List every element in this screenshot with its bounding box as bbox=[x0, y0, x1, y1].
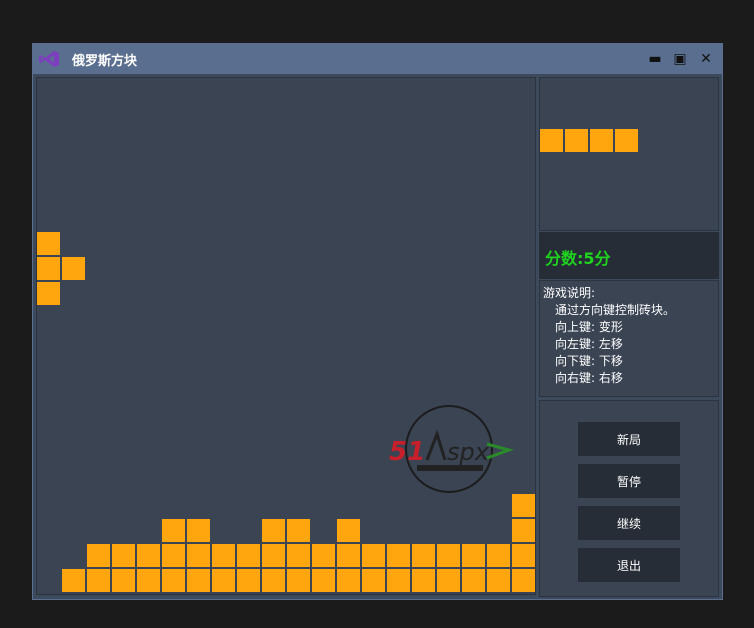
new-game-button[interactable]: 新局 bbox=[578, 422, 680, 456]
block-cell bbox=[87, 544, 110, 567]
instructions-panel: 游戏说明: 通过方向键控制砖块。 向上键: 变形 向左键: 左移 向下键: 下移… bbox=[539, 280, 719, 397]
block-cell bbox=[37, 282, 60, 305]
block-cell bbox=[512, 569, 535, 592]
block-cell bbox=[262, 519, 285, 542]
block-cell bbox=[162, 569, 185, 592]
block-cell bbox=[187, 544, 210, 567]
block-cell bbox=[362, 544, 385, 567]
block-cell bbox=[187, 519, 210, 542]
block-cell bbox=[112, 569, 135, 592]
block-cell bbox=[137, 569, 160, 592]
instruction-line: 通过方向键控制砖块。 bbox=[555, 303, 676, 317]
pause-button[interactable]: 暂停 bbox=[578, 464, 680, 498]
block-cell bbox=[287, 569, 310, 592]
visual-studio-icon bbox=[39, 51, 59, 67]
next-piece-preview bbox=[539, 77, 719, 231]
maximize-button[interactable]: ▣ bbox=[671, 49, 689, 69]
instruction-line: 向上键: 变形 bbox=[555, 320, 623, 334]
block-cell bbox=[412, 569, 435, 592]
window-title: 俄罗斯方块 bbox=[72, 54, 138, 69]
block-cell bbox=[487, 569, 510, 592]
block-cell bbox=[162, 519, 185, 542]
block-cell bbox=[312, 544, 335, 567]
block-cell bbox=[262, 569, 285, 592]
block-cell bbox=[162, 544, 185, 567]
title-bar[interactable]: 俄罗斯方块 ▬ ▣ ✕ bbox=[33, 44, 722, 74]
block-cell bbox=[187, 569, 210, 592]
block-cell bbox=[337, 569, 360, 592]
block-cell bbox=[437, 569, 460, 592]
controls-panel: 新局 暂停 继续 退出 bbox=[539, 400, 719, 597]
block-cell bbox=[62, 569, 85, 592]
51aspx-logo: 51 spx bbox=[389, 405, 514, 493]
instruction-line: 向下键: 下移 bbox=[555, 354, 623, 368]
block-cell bbox=[412, 544, 435, 567]
block-cell bbox=[37, 232, 60, 255]
next-piece-cell bbox=[540, 129, 563, 152]
score-panel: 分数:5分 bbox=[539, 232, 719, 279]
minimize-button[interactable]: ▬ bbox=[646, 49, 664, 69]
block-cell bbox=[62, 257, 85, 280]
block-cell bbox=[337, 544, 360, 567]
score-label: 分数:5分 bbox=[545, 249, 611, 268]
block-cell bbox=[487, 544, 510, 567]
block-cell bbox=[112, 544, 135, 567]
exit-button[interactable]: 退出 bbox=[578, 548, 680, 582]
block-cell bbox=[437, 544, 460, 567]
svg-text:spx: spx bbox=[447, 438, 490, 466]
block-cell bbox=[462, 544, 485, 567]
game-window: 俄罗斯方块 ▬ ▣ ✕ 51 spx 分数:5分 游戏说明: 通过方向键控制砖块… bbox=[32, 43, 723, 600]
instructions-title: 游戏说明: bbox=[543, 286, 596, 300]
instruction-line: 向右键: 右移 bbox=[555, 371, 623, 385]
block-cell bbox=[387, 569, 410, 592]
block-cell bbox=[212, 544, 235, 567]
next-piece-cell bbox=[590, 129, 613, 152]
block-cell bbox=[237, 569, 260, 592]
close-button[interactable]: ✕ bbox=[697, 49, 715, 69]
block-cell bbox=[387, 544, 410, 567]
block-cell bbox=[512, 544, 535, 567]
block-cell bbox=[237, 544, 260, 567]
block-cell bbox=[462, 569, 485, 592]
next-piece-cell bbox=[565, 129, 588, 152]
block-cell bbox=[362, 569, 385, 592]
block-cell bbox=[287, 519, 310, 542]
block-cell bbox=[212, 569, 235, 592]
block-cell bbox=[37, 257, 60, 280]
next-piece-cell bbox=[615, 129, 638, 152]
block-cell bbox=[312, 569, 335, 592]
block-cell bbox=[512, 519, 535, 542]
block-cell bbox=[337, 519, 360, 542]
instruction-line: 向左键: 左移 bbox=[555, 337, 623, 351]
game-board[interactable]: 51 spx bbox=[36, 77, 536, 595]
block-cell bbox=[137, 544, 160, 567]
block-cell bbox=[287, 544, 310, 567]
block-cell bbox=[87, 569, 110, 592]
resume-button[interactable]: 继续 bbox=[578, 506, 680, 540]
block-cell bbox=[262, 544, 285, 567]
svg-text:51: 51 bbox=[389, 437, 425, 467]
